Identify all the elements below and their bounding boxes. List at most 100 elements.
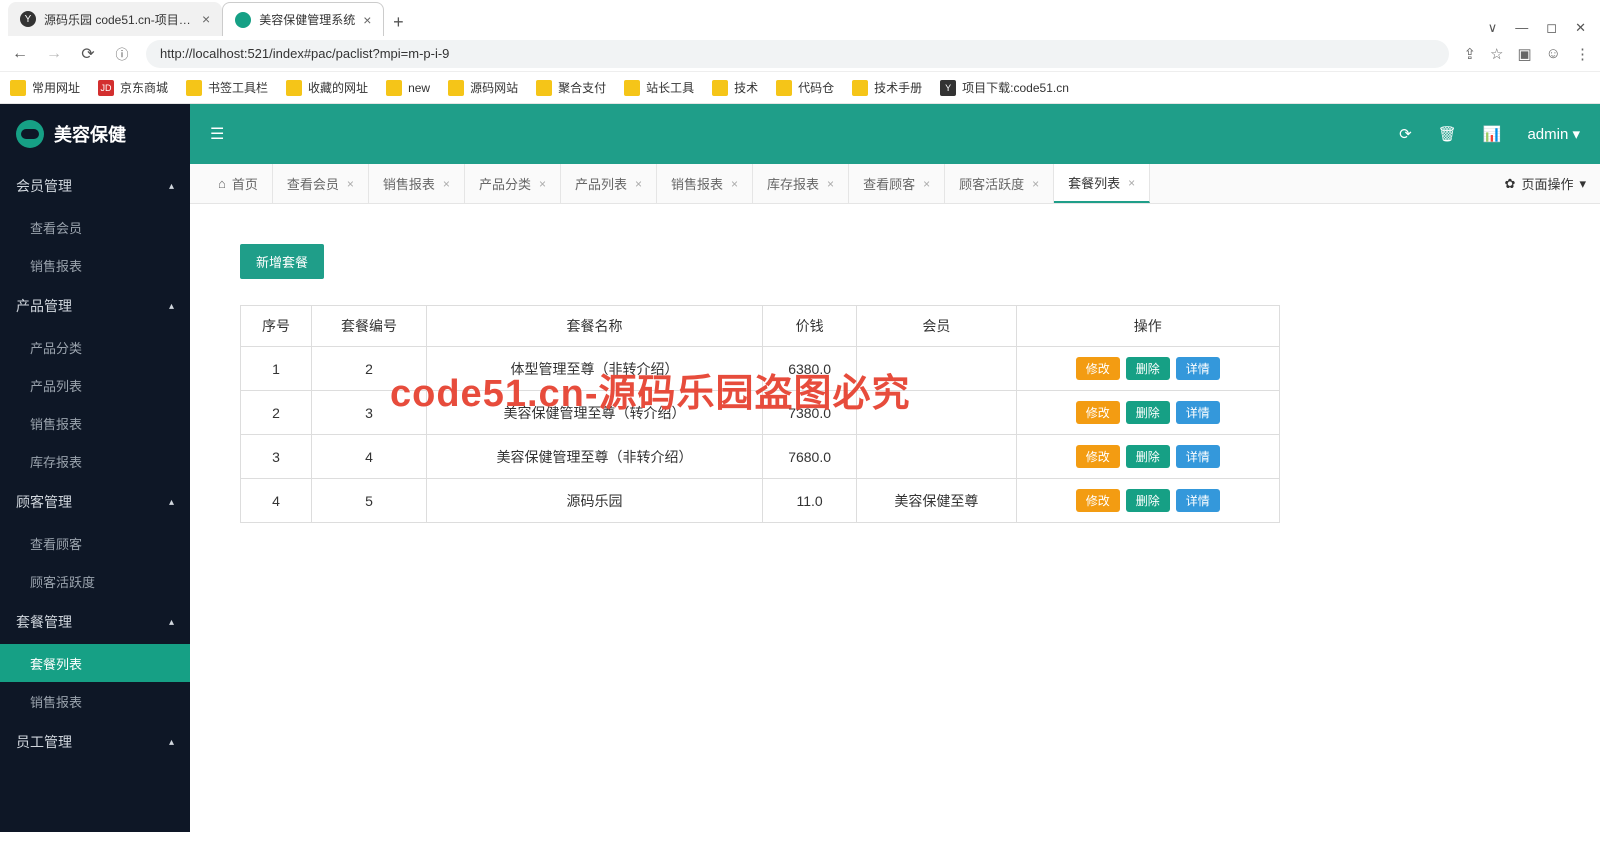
- share-icon[interactable]: ⇪: [1463, 45, 1476, 63]
- sidebar-toggle-icon[interactable]: ☰: [210, 124, 224, 144]
- sidebar-item[interactable]: 销售报表: [0, 246, 190, 284]
- sidebar-item[interactable]: 产品列表: [0, 366, 190, 404]
- close-icon[interactable]: ×: [443, 177, 450, 191]
- forward-button[interactable]: →: [44, 45, 64, 63]
- extensions-icon[interactable]: ▣: [1517, 45, 1531, 63]
- edit-button[interactable]: 修改: [1076, 489, 1120, 512]
- bookmark-item[interactable]: JD京东商城: [98, 79, 168, 96]
- favicon-app-icon: [235, 12, 251, 28]
- maximize-icon[interactable]: ◻: [1546, 20, 1557, 36]
- close-icon[interactable]: ×: [923, 177, 930, 191]
- page-tab[interactable]: 销售报表×: [369, 164, 465, 203]
- sidebar: 美容保健 会员管理▴查看会员销售报表产品管理▴产品分类产品列表销售报表库存报表顾…: [0, 104, 190, 832]
- detail-button[interactable]: 详情: [1176, 489, 1220, 512]
- delete-button[interactable]: 删除: [1126, 401, 1170, 424]
- page-tab[interactable]: 查看顾客×: [849, 164, 945, 203]
- sidebar-group[interactable]: 产品管理▴: [0, 284, 190, 328]
- close-icon[interactable]: ×: [347, 177, 354, 191]
- close-icon[interactable]: ×: [1032, 177, 1039, 191]
- chevron-down-icon[interactable]: ∨: [1488, 20, 1498, 36]
- sidebar-group[interactable]: 员工管理▴: [0, 720, 190, 764]
- info-icon[interactable]: ⓘ: [112, 44, 132, 63]
- page-ops-button[interactable]: ✿ 页面操作 ▾: [1505, 164, 1586, 203]
- table-cell-actions: 修改删除详情: [1016, 479, 1279, 523]
- sidebar-item[interactable]: 销售报表: [0, 404, 190, 442]
- detail-button[interactable]: 详情: [1176, 445, 1220, 468]
- close-icon[interactable]: ×: [827, 177, 834, 191]
- close-icon[interactable]: ×: [635, 177, 642, 191]
- sidebar-item[interactable]: 销售报表: [0, 682, 190, 720]
- brand-title: 美容保健: [54, 121, 126, 147]
- tab-home[interactable]: ⌂ 首页: [204, 164, 273, 203]
- close-icon[interactable]: ×: [1128, 176, 1135, 190]
- page-tab[interactable]: 库存报表×: [753, 164, 849, 203]
- bookmark-item[interactable]: 常用网址: [10, 79, 80, 96]
- bookmark-item[interactable]: 站长工具: [624, 79, 694, 96]
- table-cell: [857, 347, 1016, 391]
- edit-button[interactable]: 修改: [1076, 445, 1120, 468]
- detail-button[interactable]: 详情: [1176, 401, 1220, 424]
- page-tab[interactable]: 产品列表×: [561, 164, 657, 203]
- content: 新增套餐 序号套餐编号套餐名称价钱会员操作 12体型管理至尊（非转介绍）6380…: [190, 204, 1600, 832]
- bookmark-item[interactable]: Y项目下载:code51.cn: [940, 79, 1069, 96]
- delete-button[interactable]: 删除: [1126, 489, 1170, 512]
- page-tab[interactable]: 顾客活跃度×: [945, 164, 1054, 203]
- table-header: 价钱: [762, 306, 856, 347]
- reload-button[interactable]: ⟳: [78, 44, 98, 64]
- sidebar-item[interactable]: 顾客活跃度: [0, 562, 190, 600]
- table-cell-actions: 修改删除详情: [1016, 347, 1279, 391]
- url-input[interactable]: [146, 40, 1449, 68]
- sidebar-item[interactable]: 查看会员: [0, 208, 190, 246]
- add-package-button[interactable]: 新增套餐: [240, 244, 324, 279]
- chevron-up-icon: ▴: [169, 301, 174, 312]
- detail-button[interactable]: 详情: [1176, 357, 1220, 380]
- gear-icon: ✿: [1505, 176, 1516, 192]
- back-button[interactable]: ←: [10, 45, 30, 63]
- bookmark-item[interactable]: 书签工具栏: [186, 79, 268, 96]
- new-tab-button[interactable]: +: [384, 8, 412, 36]
- close-icon[interactable]: ×: [731, 177, 738, 191]
- delete-button[interactable]: 删除: [1126, 445, 1170, 468]
- sidebar-item[interactable]: 库存报表: [0, 442, 190, 480]
- bookmark-item[interactable]: 源码网站: [448, 79, 518, 96]
- page-tab[interactable]: 查看会员×: [273, 164, 369, 203]
- bookmark-item[interactable]: 聚合支付: [536, 79, 606, 96]
- page-tab[interactable]: 销售报表×: [657, 164, 753, 203]
- user-menu[interactable]: admin ▾: [1527, 125, 1580, 143]
- profile-icon[interactable]: ☺: [1546, 45, 1561, 62]
- sidebar-group[interactable]: 顾客管理▴: [0, 480, 190, 524]
- edit-button[interactable]: 修改: [1076, 401, 1120, 424]
- address-bar: ← → ⟳ ⓘ ⇪ ☆ ▣ ☺ ⋮: [0, 36, 1600, 72]
- delete-button[interactable]: 删除: [1126, 357, 1170, 380]
- bookmark-item[interactable]: new: [386, 80, 430, 96]
- bookmark-item[interactable]: 技术手册: [852, 79, 922, 96]
- star-icon[interactable]: ☆: [1490, 45, 1503, 63]
- table-header: 套餐名称: [427, 306, 763, 347]
- table-cell: 2: [311, 347, 426, 391]
- trash-icon[interactable]: 🗑: [1438, 125, 1457, 143]
- sidebar-group[interactable]: 会员管理▴: [0, 164, 190, 208]
- minimize-icon[interactable]: —: [1515, 20, 1528, 36]
- bookmark-item[interactable]: 技术: [712, 79, 758, 96]
- bookmark-item[interactable]: 代码仓: [776, 79, 834, 96]
- sidebar-item[interactable]: 套餐列表: [0, 644, 190, 682]
- browser-tab-1[interactable]: 美容保健管理系统 ×: [222, 2, 384, 36]
- close-icon[interactable]: ×: [363, 12, 371, 28]
- window-close-icon[interactable]: ✕: [1575, 20, 1586, 36]
- edit-button[interactable]: 修改: [1076, 357, 1120, 380]
- sidebar-item[interactable]: 查看顾客: [0, 524, 190, 562]
- sidebar-group[interactable]: 套餐管理▴: [0, 600, 190, 644]
- bookmark-item[interactable]: 收藏的网址: [286, 79, 368, 96]
- close-icon[interactable]: ×: [202, 11, 210, 27]
- table-cell: 5: [311, 479, 426, 523]
- page-tab[interactable]: 套餐列表×: [1054, 164, 1150, 203]
- close-icon[interactable]: ×: [539, 177, 546, 191]
- table-cell: 7380.0: [762, 391, 856, 435]
- sidebar-item[interactable]: 产品分类: [0, 328, 190, 366]
- dashboard-icon[interactable]: 📊: [1483, 125, 1502, 143]
- browser-tab-0[interactable]: Y 源码乐园 code51.cn-项目论文代 ×: [8, 2, 222, 36]
- refresh-icon[interactable]: ⟳: [1399, 125, 1412, 143]
- table-row: 34美容保健管理至尊（非转介绍）7680.0修改删除详情: [241, 435, 1280, 479]
- page-tab[interactable]: 产品分类×: [465, 164, 561, 203]
- menu-icon[interactable]: ⋮: [1575, 45, 1590, 63]
